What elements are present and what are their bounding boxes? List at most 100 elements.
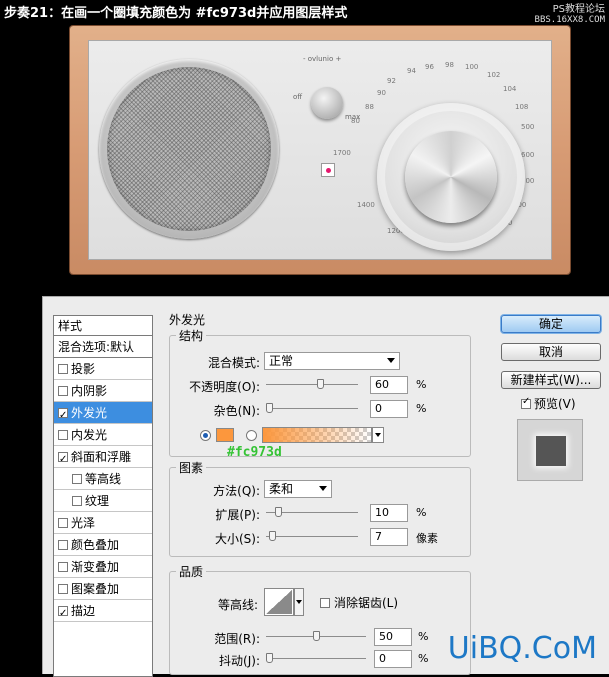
dial-number: 100 (465, 63, 479, 71)
jitter-slider-thumb[interactable] (266, 653, 273, 663)
tuning-dial-inner (405, 131, 497, 223)
style-item-checkbox[interactable] (58, 430, 68, 440)
spread-slider-thumb[interactable] (274, 507, 282, 517)
quality-group: 品质 等高线: 消除锯齿(L) 范围(R): 50 % 抖动(J): 0 % (169, 563, 471, 675)
spread-input[interactable]: 10 (370, 504, 408, 522)
size-input[interactable]: 7 (370, 528, 408, 546)
opacity-input[interactable]: 60 (370, 376, 408, 394)
style-item[interactable]: 内发光 (54, 424, 152, 446)
style-item-checkbox[interactable] (58, 405, 68, 427)
size-label: 大小(S): (214, 532, 260, 546)
chevron-down-icon (387, 358, 395, 363)
style-item-label: 光泽 (71, 516, 96, 530)
range-label: 范围(R): (214, 632, 260, 646)
size-slider-thumb[interactable] (268, 531, 276, 541)
style-item-checkbox[interactable] (58, 562, 68, 572)
style-item[interactable]: 描边 (54, 600, 152, 625)
gradient-radio[interactable] (246, 430, 257, 441)
opacity-slider-thumb[interactable] (317, 379, 324, 389)
tutorial-step-title: 步奏21：在画一个圈填充颜色为 #fc973d并应用图层样式 (4, 6, 348, 21)
style-item-checkbox[interactable] (72, 496, 82, 506)
style-item-checkbox[interactable] (72, 474, 82, 484)
size-slider-track[interactable] (266, 536, 358, 537)
style-item-label: 混合选项:默认 (58, 340, 135, 354)
style-item-checkbox[interactable] (58, 449, 68, 471)
style-item-label: 等高线 (85, 472, 122, 486)
style-item-checkbox[interactable] (58, 540, 68, 550)
noise-unit: % (416, 402, 427, 415)
range-input[interactable]: 50 (374, 628, 412, 646)
watermark-line2: BBS.16XX8.COM (534, 15, 605, 25)
style-item[interactable]: 渐变叠加 (54, 556, 152, 578)
blend-mode-select[interactable]: 正常 (264, 352, 400, 370)
style-item[interactable]: 等高线 (54, 468, 152, 490)
dial-number: 104 (503, 85, 517, 93)
style-item[interactable]: 混合选项:默认 (54, 336, 152, 358)
dial-number: 1700 (333, 149, 351, 157)
style-item-checkbox[interactable] (58, 584, 68, 594)
noise-slider-track[interactable] (266, 408, 358, 409)
style-item-checkbox[interactable] (58, 518, 68, 528)
opacity-label: 不透明度(O): (189, 380, 260, 394)
style-item[interactable]: 图案叠加 (54, 578, 152, 600)
style-item-label: 颜色叠加 (71, 538, 120, 552)
technique-value: 柔和 (269, 482, 294, 496)
style-item-checkbox[interactable] (58, 603, 68, 625)
jitter-input[interactable]: 0 (374, 650, 412, 668)
elements-group: 图素 方法(Q): 柔和 扩展(P): 10 % 大小(S): 7 像素 (169, 459, 471, 557)
solid-color-radio[interactable] (200, 430, 211, 441)
quality-title: 品质 (176, 563, 207, 580)
range-slider-thumb[interactable] (312, 631, 320, 641)
style-item-label: 图案叠加 (71, 582, 120, 596)
jitter-slider-track[interactable] (266, 658, 366, 659)
dial-number: 94 (407, 67, 416, 75)
style-item-label: 外发光 (71, 406, 108, 420)
opacity-slider-track[interactable] (266, 384, 358, 385)
technique-select[interactable]: 柔和 (264, 480, 332, 498)
glow-gradient-picker[interactable] (262, 427, 372, 443)
style-item[interactable]: 内阴影 (54, 380, 152, 402)
cancel-button[interactable]: 取消 (501, 343, 601, 361)
style-item[interactable]: 颜色叠加 (54, 534, 152, 556)
styles-header[interactable]: 样式 (54, 316, 152, 336)
radio-artwork: - ovlunio + off max 94 96 98 100 102 104 108 92… (70, 26, 570, 274)
color-hex-annotation: #fc973d (227, 445, 282, 460)
dial-number: 90 (377, 89, 386, 97)
style-preview (517, 419, 583, 481)
style-item[interactable]: 斜面和浮雕 (54, 446, 152, 471)
style-item[interactable]: 投影 (54, 358, 152, 380)
style-item-label: 纹理 (85, 494, 110, 508)
dial-number: 88 (365, 103, 374, 111)
contour-dropdown-button[interactable] (294, 588, 304, 616)
section-title: 外发光 (169, 313, 206, 327)
glow-color-swatch[interactable] (216, 428, 234, 442)
contour-label: 等高线: (217, 598, 258, 612)
dial-number: 102 (487, 71, 501, 79)
blend-mode-label: 混合模式: (207, 356, 260, 370)
style-item-label: 渐变叠加 (71, 560, 120, 574)
ok-button[interactable]: 确定 (501, 315, 601, 333)
gradient-dropdown-button[interactable] (372, 427, 384, 443)
noise-input[interactable]: 0 (370, 400, 408, 418)
watermark-line1: PS教程论坛 (552, 4, 605, 15)
style-item[interactable]: 光泽 (54, 512, 152, 534)
new-style-button[interactable]: 新建样式(W)... (501, 371, 601, 389)
style-item[interactable]: 外发光 (54, 402, 152, 427)
watermark-bottom: UiBQ.CoM (447, 631, 597, 666)
preview-row: 预览(V) (521, 395, 576, 412)
jitter-label: 抖动(J): (219, 654, 260, 668)
contour-preview[interactable] (264, 588, 294, 616)
style-item-checkbox[interactable] (58, 364, 68, 374)
chevron-down-icon (319, 486, 327, 491)
spread-unit: % (416, 506, 427, 519)
elements-title: 图素 (176, 459, 207, 476)
preview-checkbox[interactable] (521, 396, 531, 409)
antialias-checkbox[interactable] (320, 598, 330, 608)
tuning-dial-outer (377, 103, 525, 251)
volume-knob (311, 87, 343, 119)
style-item-checkbox[interactable] (58, 386, 68, 396)
style-item-label: 内发光 (71, 428, 108, 442)
style-item[interactable]: 纹理 (54, 490, 152, 512)
jitter-unit: % (418, 652, 429, 665)
noise-slider-thumb[interactable] (266, 403, 273, 413)
